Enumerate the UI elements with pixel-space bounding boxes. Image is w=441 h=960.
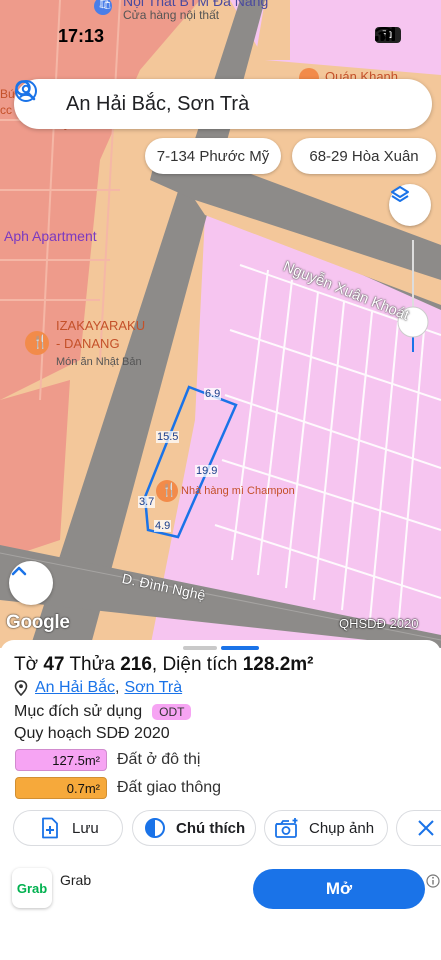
map-view[interactable]: Nội Thất BTM Đà Nẵng Cửa hàng nội thất Q…	[0, 0, 441, 648]
grab-logo[interactable]: Grab	[12, 868, 52, 908]
restaurant-champon[interactable]: Nhà hàng mì Champon	[181, 485, 295, 497]
more-tools-button[interactable]	[396, 810, 441, 846]
poi-left-partial-2: cc	[0, 103, 12, 117]
plan-area-bar: 127.5m²	[15, 749, 107, 771]
status-bar: 17:13 51	[0, 0, 441, 64]
restaurant-izakaya-category: Món ăn Nhật Bản	[56, 356, 142, 368]
plan-label: Đất ở đô thị	[117, 751, 201, 768]
contrast-icon	[144, 817, 166, 839]
dimension-label: 19.9	[195, 465, 219, 477]
restaurant-izakaya-line1[interactable]: IZAKAYARAKU	[56, 318, 145, 333]
tools-icon	[415, 817, 437, 839]
dimension-label: 6.9	[204, 388, 222, 400]
district-link[interactable]: Sơn Trà	[125, 679, 183, 697]
open-button[interactable]: Mở	[253, 869, 425, 909]
parcel-location: An Hải Bắc, Sơn Trà	[14, 679, 182, 697]
app-name: Grab	[60, 872, 92, 888]
capture-button[interactable]: Chụp ảnh	[264, 810, 388, 846]
legend-label: Chú thích	[176, 819, 246, 837]
restaurant-pin-icon[interactable]: 🍴	[161, 482, 177, 498]
plan-title: Quy hoạch SDĐ 2020	[14, 725, 170, 742]
recent-chip[interactable]: 7-134 Phước Mỹ	[145, 138, 281, 174]
plan-area-bar: 0.7m²	[15, 777, 107, 799]
sheet-handle-active[interactable]	[221, 646, 259, 650]
search-bar[interactable]: An Hải Bắc, Sơn Trà	[14, 79, 432, 129]
purpose-badge: ODT	[152, 704, 192, 720]
wifi-icon	[375, 27, 393, 40]
restaurant-pin-icon[interactable]: 🍴	[32, 334, 48, 350]
layers-button[interactable]	[389, 184, 431, 226]
save-button[interactable]: Lưu	[13, 810, 123, 846]
ad-info-icon[interactable]	[426, 874, 440, 888]
search-input[interactable]: An Hải Bắc, Sơn Trà	[60, 93, 388, 116]
expand-button[interactable]	[9, 561, 53, 605]
status-icons: 51	[375, 27, 401, 43]
chevron-up-icon	[11, 566, 27, 576]
search-icon[interactable]	[15, 79, 432, 129]
restaurant-izakaya-line2[interactable]: - DANANG	[56, 336, 120, 351]
purpose-row: Mục đích sử dụng ODT	[14, 703, 192, 721]
save-label: Lưu	[72, 819, 99, 837]
recent-chip[interactable]: 68-29 Hòa Xuân	[292, 138, 436, 174]
layers-icon	[391, 186, 409, 202]
apartment-label[interactable]: Aph Apartment	[4, 228, 97, 244]
separator: ,	[115, 679, 120, 696]
layer-label: QHSDĐ 2020	[339, 616, 419, 631]
plan-label: Đất giao thông	[117, 779, 222, 796]
plan-row: 0.7m² Đất giao thông	[15, 777, 221, 799]
dimension-label: 4.9	[154, 520, 172, 532]
parcel-title: Tờ 47 Thửa 216, Diện tích 128.2m²	[14, 654, 314, 675]
location-pin-icon	[14, 680, 28, 696]
dimension-label: 3.7	[138, 496, 156, 508]
google-logo: Google	[6, 612, 70, 633]
capture-label: Chụp ảnh	[309, 819, 375, 837]
parcel-info-sheet[interactable]: Tờ 47 Thửa 216, Diện tích 128.2m² An Hải…	[0, 640, 441, 960]
status-time: 17:13	[58, 26, 105, 46]
sheet-handle[interactable]	[183, 646, 217, 650]
ward-link[interactable]: An Hải Bắc	[35, 679, 115, 697]
sponsored-app-row[interactable]: Grab Grab Mở	[0, 862, 441, 922]
add-note-icon	[40, 817, 60, 839]
legend-button[interactable]: Chú thích	[132, 810, 256, 846]
camera-icon	[274, 817, 300, 839]
purpose-label: Mục đích sử dụng	[14, 703, 143, 720]
plan-row: 127.5m² Đất ở đô thị	[15, 749, 200, 771]
dimension-label: 15.5	[156, 431, 180, 443]
